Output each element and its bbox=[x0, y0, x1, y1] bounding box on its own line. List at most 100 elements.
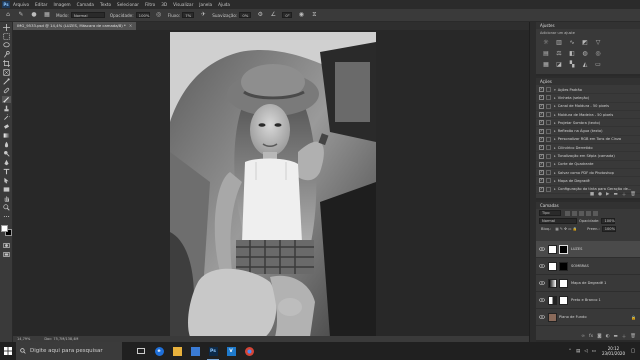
brightness-icon[interactable]: ☼ bbox=[542, 39, 550, 47]
vscode-icon[interactable]: V bbox=[222, 342, 240, 360]
frame-tool-icon[interactable] bbox=[2, 69, 11, 76]
flow-input[interactable]: 7% bbox=[182, 12, 195, 18]
layer-mask-thumbnail[interactable] bbox=[559, 295, 568, 305]
action-row[interactable]: ✓ ▸ Cilíndrico Derretido bbox=[536, 144, 640, 153]
dialog-toggle[interactable] bbox=[546, 128, 551, 134]
dialog-toggle[interactable] bbox=[546, 161, 551, 167]
new-action-icon[interactable]: ＋ bbox=[622, 192, 627, 198]
chevron-right-icon[interactable]: ▸ bbox=[554, 171, 556, 175]
link-layers-icon[interactable]: ∞ bbox=[581, 334, 585, 339]
action-row[interactable]: ✓ ▸ Corte de Quadrante bbox=[536, 161, 640, 169]
canvas-area[interactable] bbox=[13, 30, 529, 337]
dialog-toggle[interactable] bbox=[546, 178, 551, 184]
layer-name[interactable]: Preto e Branco 1 bbox=[571, 298, 601, 302]
windows-start-icon[interactable] bbox=[0, 342, 16, 360]
smoothing-input[interactable]: 0% bbox=[239, 12, 252, 18]
layer-thumbnail[interactable] bbox=[548, 261, 557, 271]
chevron-right-icon[interactable]: ▸ bbox=[554, 113, 556, 117]
menu-texto[interactable]: Texto bbox=[100, 2, 111, 7]
chevron-right-icon[interactable]: ▸ bbox=[554, 146, 556, 150]
store-icon[interactable] bbox=[186, 342, 204, 360]
dialog-toggle[interactable] bbox=[546, 112, 551, 118]
gradient-map-icon[interactable]: ▭ bbox=[594, 61, 602, 69]
chevron-right-icon[interactable]: ▸ bbox=[554, 179, 556, 183]
hue-saturation-icon[interactable]: ▤ bbox=[542, 50, 550, 58]
symmetry-icon[interactable]: ⧖ bbox=[310, 11, 318, 19]
dialog-toggle[interactable] bbox=[546, 145, 551, 151]
layer-name[interactable]: Plano de Fundo bbox=[559, 315, 587, 319]
network-icon[interactable]: ▤ bbox=[576, 349, 580, 354]
battery-icon[interactable]: ▭ bbox=[592, 349, 596, 354]
fill-input[interactable]: 100% bbox=[601, 226, 616, 232]
filter-adjustment-icon[interactable] bbox=[572, 210, 577, 216]
hand-tool-icon[interactable] bbox=[2, 195, 11, 202]
clock[interactable]: 20:12 23/01/2020 bbox=[602, 346, 625, 356]
vibrance-triangle-icon[interactable]: ▽ bbox=[594, 39, 602, 47]
type-tool-icon[interactable] bbox=[2, 168, 11, 175]
action-row[interactable]: ✓ ▸ Reflexão na Água (texto) bbox=[536, 127, 640, 136]
lock-icons[interactable]: ▦ ✎ ✥ ▭ 🔒 bbox=[555, 227, 577, 231]
dialog-toggle[interactable] bbox=[546, 87, 551, 93]
layer-thumbnail[interactable] bbox=[548, 244, 557, 254]
zoom-tool-icon[interactable] bbox=[2, 204, 11, 211]
layer-mask-thumbnail[interactable] bbox=[559, 278, 568, 288]
menu-filtro[interactable]: Filtro bbox=[145, 2, 155, 7]
color-balance-icon[interactable]: ⚖ bbox=[555, 50, 563, 58]
invert-icon[interactable]: ◪ bbox=[555, 61, 563, 69]
quick-mask-icon[interactable] bbox=[2, 242, 11, 249]
home-icon[interactable]: ⌂ bbox=[4, 11, 12, 19]
mode-select[interactable]: Normal bbox=[70, 12, 105, 18]
chrome-icon[interactable] bbox=[240, 342, 258, 360]
filter-smart-icon[interactable] bbox=[593, 210, 598, 216]
action-row[interactable]: ✓ ▸ Canal de Moldura - 50 pixels bbox=[536, 103, 640, 111]
chevron-down-icon[interactable]: ▾ bbox=[554, 88, 556, 92]
photoshop-taskbar-icon[interactable]: Ps bbox=[204, 342, 222, 360]
eye-icon[interactable] bbox=[539, 281, 545, 285]
curves-icon[interactable]: ∿ bbox=[568, 39, 576, 47]
posterize-icon[interactable]: ▚ bbox=[568, 61, 576, 69]
dialog-toggle[interactable] bbox=[546, 136, 551, 142]
chevron-right-icon[interactable]: ▸ bbox=[554, 104, 556, 108]
layer-row-sombras[interactable]: SOMBRAS bbox=[536, 258, 640, 275]
chevron-right-icon[interactable]: ▸ bbox=[554, 137, 556, 141]
color-lookup-icon[interactable]: ▦ bbox=[542, 61, 550, 69]
taskbar-search[interactable]: Digite aqui para pesquisar bbox=[16, 342, 122, 360]
eye-icon[interactable] bbox=[539, 298, 545, 302]
black-white-adjustment-icon[interactable] bbox=[548, 295, 557, 305]
color-swatches[interactable] bbox=[1, 225, 12, 237]
screen-mode-icon[interactable] bbox=[2, 251, 11, 258]
edge-icon[interactable]: e bbox=[150, 342, 168, 360]
layers-panel-title[interactable]: Camadas bbox=[536, 202, 640, 209]
action-checkbox[interactable]: ✓ bbox=[539, 145, 544, 151]
menu-imagem[interactable]: Imagem bbox=[53, 2, 70, 7]
airbrush-icon[interactable]: ✈ bbox=[199, 11, 207, 19]
layer-mask-thumbnail[interactable] bbox=[559, 261, 568, 271]
gradient-tool-icon[interactable] bbox=[2, 132, 11, 139]
layer-row-black-white[interactable]: Preto e Branco 1 bbox=[536, 292, 640, 309]
action-row[interactable]: ✓ ▸ Personalizar RGB em Tons de Cinza bbox=[536, 136, 640, 145]
brush-tool-icon[interactable] bbox=[2, 96, 11, 103]
file-explorer-icon[interactable] bbox=[168, 342, 186, 360]
dialog-toggle[interactable] bbox=[546, 170, 551, 176]
angle-input[interactable]: 0° bbox=[282, 12, 293, 18]
pressure-size-icon[interactable]: ◉ bbox=[297, 11, 305, 19]
marquee-tool-icon[interactable] bbox=[2, 33, 11, 40]
dodge-tool-icon[interactable] bbox=[2, 150, 11, 157]
layer-row-gradient-map[interactable]: Mapa de Degradê 1 bbox=[536, 275, 640, 292]
quick-select-tool-icon[interactable] bbox=[2, 51, 11, 58]
action-checkbox[interactable]: ✓ bbox=[539, 120, 544, 126]
menu-arquivo[interactable]: Arquivo bbox=[13, 2, 29, 7]
layer-mask-thumbnail[interactable] bbox=[559, 244, 568, 254]
delete-layer-icon[interactable]: 🗑 bbox=[630, 334, 636, 339]
menu-janela[interactable]: Janela bbox=[199, 2, 212, 7]
action-row[interactable]: ✓ ▸ Mapa de Degradê bbox=[536, 177, 640, 186]
pen-tool-icon[interactable] bbox=[2, 159, 11, 166]
clone-stamp-tool-icon[interactable] bbox=[2, 105, 11, 112]
layer-thumbnail[interactable] bbox=[548, 312, 557, 322]
notification-icon[interactable]: ▢ bbox=[629, 342, 637, 360]
action-checkbox[interactable]: ✓ bbox=[539, 112, 544, 118]
layer-name[interactable]: LUZES bbox=[571, 247, 582, 251]
dialog-toggle[interactable] bbox=[546, 103, 551, 109]
filter-shape-icon[interactable] bbox=[586, 210, 591, 216]
brush-settings-icon[interactable]: ▦ bbox=[43, 11, 51, 19]
